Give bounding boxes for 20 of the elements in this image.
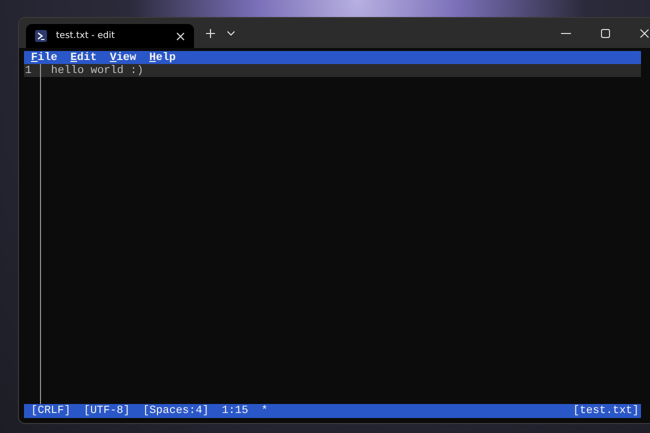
minimize-icon[interactable]	[561, 32, 571, 34]
status-item: *	[261, 405, 268, 417]
menu-item[interactable]: Help	[149, 52, 176, 64]
menu-item[interactable]: View	[110, 52, 136, 64]
menu-item[interactable]: Edit	[70, 52, 97, 64]
close-icon[interactable]	[176, 32, 185, 40]
terminal-icon	[35, 30, 47, 42]
tab[interactable]: test.txt - edit	[26, 24, 194, 48]
line-number: 1	[24, 64, 33, 76]
close-icon[interactable]	[640, 28, 649, 38]
status-filename: [test.txt]	[572, 405, 639, 417]
maximize-icon[interactable]	[601, 28, 610, 38]
caret-icon[interactable]	[227, 30, 235, 36]
plus-icon[interactable]	[206, 28, 215, 38]
status-item: [UTF-8]	[84, 405, 130, 417]
line-text: hello world :)	[50, 64, 144, 76]
status-item: 1:15	[222, 405, 248, 417]
status-item: [CRLF]	[31, 405, 71, 417]
menu-item[interactable]: File	[31, 52, 58, 64]
status-item: [Spaces:4]	[142, 405, 209, 417]
